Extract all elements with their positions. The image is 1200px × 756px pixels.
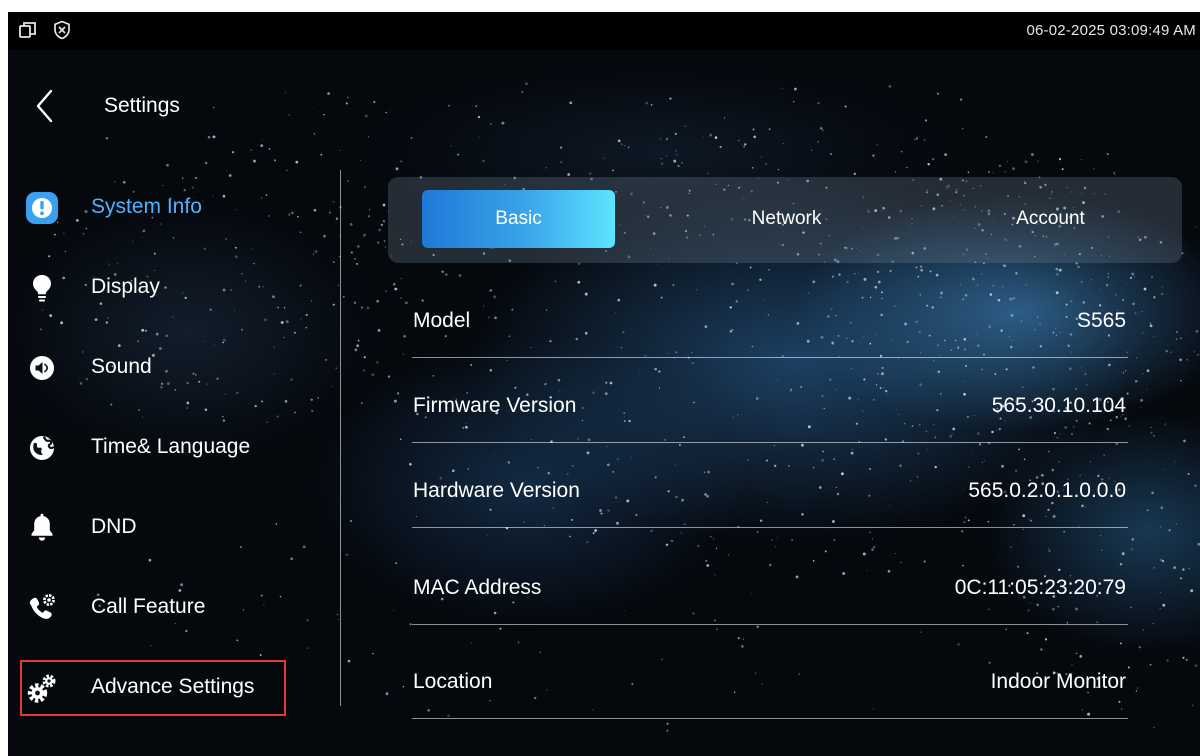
info-value: 565.30.10.104 <box>991 394 1126 417</box>
info-label: MAC Address <box>413 576 542 599</box>
tab-account[interactable]: Account <box>954 190 1147 248</box>
info-value: 565.0.2.0.1.0.0.0 <box>968 479 1126 502</box>
sidebar-divider <box>340 170 341 706</box>
info-row-mac-address: MAC Address 0C:11:05:23:20:79 <box>412 540 1128 625</box>
info-value: Indoor Monitor <box>990 670 1126 693</box>
info-label: Firmware Version <box>413 394 577 417</box>
info-row-location: Location Indoor Monitor <box>412 634 1128 719</box>
window-restore-icon <box>18 20 38 40</box>
phone-gear-icon <box>24 590 60 626</box>
sidebar-item-label: Advance Settings <box>91 675 255 698</box>
tab-basic[interactable]: Basic <box>422 190 615 248</box>
info-label: Hardware Version <box>413 479 580 502</box>
info-row-firmware-version: Firmware Version 565.30.10.104 <box>412 358 1128 443</box>
speaker-icon <box>24 350 60 386</box>
info-label: Model <box>413 309 471 332</box>
chevron-left-icon <box>36 89 53 123</box>
lightbulb-icon <box>24 270 60 306</box>
info-circle-icon <box>24 190 60 226</box>
sidebar-item-label: Display <box>91 275 160 298</box>
status-clock: 06-02-2025 03:09:49 AM <box>1026 22 1196 39</box>
status-bar: 06-02-2025 03:09:49 AM <box>8 12 1200 50</box>
sidebar-item-label: Call Feature <box>91 595 206 618</box>
sidebar-item-display[interactable]: Display <box>22 262 284 314</box>
sidebar-item-dnd[interactable]: DND <box>22 502 284 554</box>
info-row-model: Model S565 <box>412 273 1128 358</box>
sidebar-item-label: DND <box>91 515 137 538</box>
tab-network[interactable]: Network <box>690 190 883 248</box>
info-value: 0C:11:05:23:20:79 <box>954 576 1126 599</box>
sidebar-item-time-language[interactable]: Time& Language <box>22 422 284 474</box>
sidebar-item-label: System Info <box>91 195 202 218</box>
sidebar-item-advance-settings[interactable]: Advance Settings <box>20 660 286 716</box>
gears-icon <box>24 670 60 706</box>
sidebar-item-label: Time& Language <box>91 435 251 458</box>
info-label: Location <box>413 670 493 693</box>
back-button[interactable] <box>32 86 60 126</box>
settings-screen: 06-02-2025 03:09:49 AM Settings System I… <box>8 12 1200 756</box>
shield-x-icon <box>52 20 72 40</box>
globe-icon <box>24 430 60 466</box>
bell-icon <box>24 510 60 546</box>
info-value: S565 <box>1076 309 1126 332</box>
sidebar-item-system-info[interactable]: System Info <box>22 182 284 234</box>
info-row-hardware-version: Hardware Version 565.0.2.0.1.0.0.0 <box>412 443 1128 528</box>
page-title: Settings <box>104 94 180 117</box>
sidebar-item-label: Sound <box>91 355 152 378</box>
sidebar-item-sound[interactable]: Sound <box>22 342 284 394</box>
tab-bar: Basic Network Account <box>388 177 1182 263</box>
sidebar-item-call-feature[interactable]: Call Feature <box>22 582 284 634</box>
